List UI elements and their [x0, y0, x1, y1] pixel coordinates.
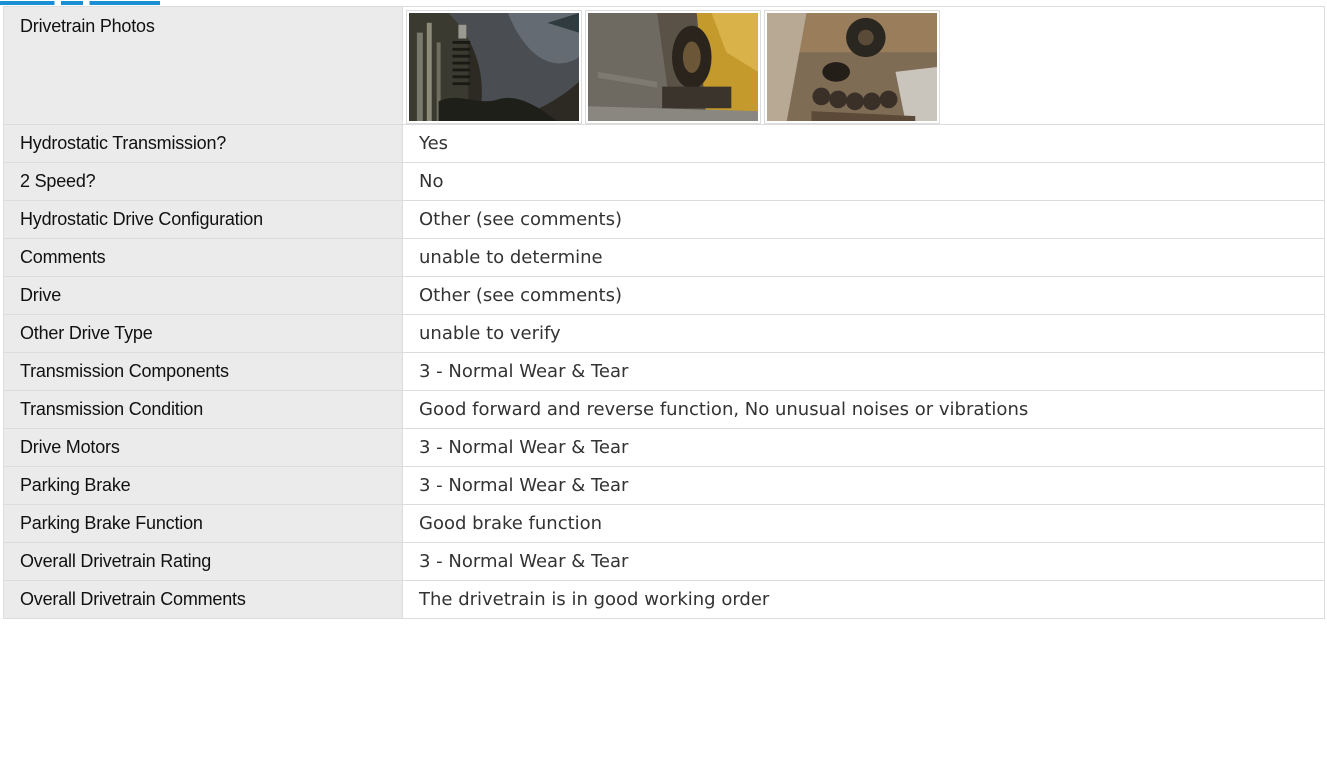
table-row: Transmission Condition Good forward and …	[3, 390, 1325, 429]
row-label: Transmission Components	[3, 352, 403, 391]
row-value: Yes	[402, 124, 1325, 163]
table-row: Overall Drivetrain Rating 3 - Normal Wea…	[3, 542, 1325, 581]
table-row: Parking Brake Function Good brake functi…	[3, 504, 1325, 543]
row-label: Overall Drivetrain Rating	[3, 542, 403, 581]
row-value: Good forward and reverse function, No un…	[402, 390, 1325, 429]
drivetrain-photo-1-image[interactable]	[406, 10, 582, 124]
drivetrain-inspection-page: Drivetrain Photos Hydrostatic Transmissi…	[0, 0, 1327, 781]
table-row-photos: Drivetrain Photos	[3, 6, 1325, 125]
drivetrain-photo-2-image[interactable]	[585, 10, 761, 124]
row-label: Drive Motors	[3, 428, 403, 467]
row-value: No	[402, 162, 1325, 201]
section-heading	[0, 1, 160, 5]
table-row: Drive Motors 3 - Normal Wear & Tear	[3, 428, 1325, 467]
row-label: Overall Drivetrain Comments	[3, 580, 403, 619]
row-value: Other (see comments)	[402, 200, 1325, 239]
row-value: 3 - Normal Wear & Tear	[402, 542, 1325, 581]
row-label: Parking Brake Function	[3, 504, 403, 543]
drivetrain-photo-3-image[interactable]	[764, 10, 940, 124]
row-label: Other Drive Type	[3, 314, 403, 353]
row-label: Parking Brake	[3, 466, 403, 505]
row-value: unable to determine	[402, 238, 1325, 277]
table-row: Drive Other (see comments)	[3, 276, 1325, 315]
row-label: Drivetrain Photos	[3, 6, 403, 125]
row-label: Hydrostatic Drive Configuration	[3, 200, 403, 239]
photo-gallery	[402, 6, 1325, 125]
row-label: Drive	[3, 276, 403, 315]
row-label: Hydrostatic Transmission?	[3, 124, 403, 163]
row-label: 2 Speed?	[3, 162, 403, 201]
drivetrain-details-table: Drivetrain Photos Hydrostatic Transmissi…	[3, 6, 1325, 619]
table-row: Other Drive Type unable to verify	[3, 314, 1325, 353]
table-row: 2 Speed? No	[3, 162, 1325, 201]
table-row: Transmission Components 3 - Normal Wear …	[3, 352, 1325, 391]
row-value: The drivetrain is in good working order	[402, 580, 1325, 619]
table-row: Hydrostatic Transmission? Yes	[3, 124, 1325, 163]
row-value: Good brake function	[402, 504, 1325, 543]
row-value: unable to verify	[402, 314, 1325, 353]
table-row: Parking Brake 3 - Normal Wear & Tear	[3, 466, 1325, 505]
row-label: Comments	[3, 238, 403, 277]
row-label: Transmission Condition	[3, 390, 403, 429]
row-value: 3 - Normal Wear & Tear	[402, 352, 1325, 391]
table-row: Comments unable to determine	[3, 238, 1325, 277]
row-value: Other (see comments)	[402, 276, 1325, 315]
table-row: Overall Drivetrain Comments The drivetra…	[3, 580, 1325, 619]
table-row: Hydrostatic Drive Configuration Other (s…	[3, 200, 1325, 239]
row-value: 3 - Normal Wear & Tear	[402, 428, 1325, 467]
row-value: 3 - Normal Wear & Tear	[402, 466, 1325, 505]
